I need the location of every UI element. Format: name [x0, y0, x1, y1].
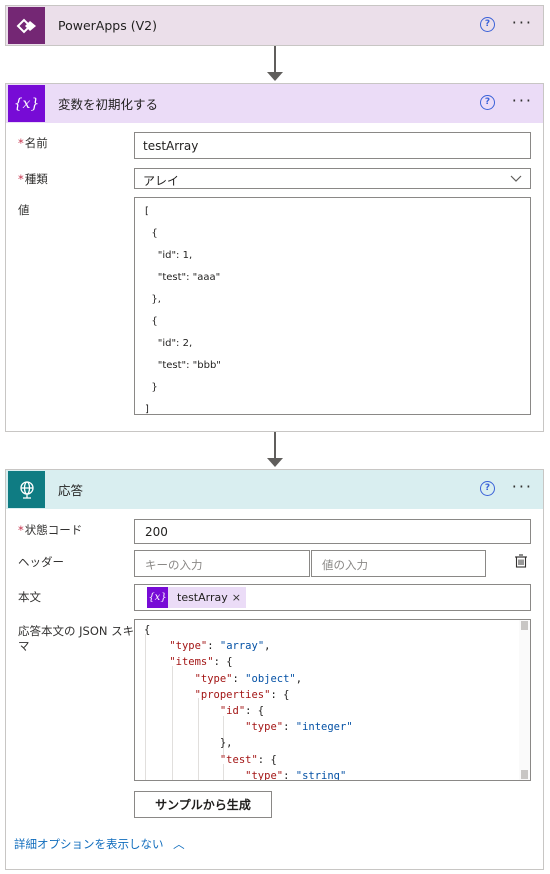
type-dropdown[interactable]: アレイ — [134, 168, 531, 189]
value-line: "test": "bbb" — [145, 360, 221, 371]
advanced-options-link[interactable]: 詳細オプションを表示しない ︿ — [14, 836, 185, 852]
name-field[interactable]: testArray — [134, 132, 531, 159]
help-icon[interactable]: ? — [480, 17, 495, 32]
schema-line: }, — [144, 737, 233, 750]
schema-editor[interactable]: { "type": "array", "items": { "type": "o… — [134, 619, 531, 781]
help-icon[interactable]: ? — [480, 95, 495, 110]
response-title: 応答 — [58, 483, 84, 498]
value-line: "test": "aaa" — [145, 272, 221, 283]
initialize-variable-card: {𝑥} 変数を初期化する ? ··· *名前 testArray *種類 アレイ… — [5, 83, 544, 432]
variable-icon: {𝑥} — [8, 85, 45, 122]
name-label: *名前 — [18, 136, 48, 150]
trigger-card[interactable]: PowerApps (V2) ? ··· — [5, 5, 544, 46]
value-label: 値 — [18, 203, 30, 217]
flow-arrow-icon — [267, 72, 283, 81]
value-line: ] — [145, 404, 149, 415]
type-label: *種類 — [18, 172, 48, 186]
variable-icon: {𝑥} — [147, 587, 168, 608]
body-field[interactable]: {𝑥} testArray × — [134, 584, 531, 611]
body-token[interactable]: {𝑥} testArray × — [147, 587, 246, 608]
value-line: "id": 1, — [145, 250, 193, 261]
more-options-icon[interactable]: ··· — [512, 13, 533, 32]
globe-icon — [8, 471, 45, 508]
schema-line: "type": "object", — [194, 672, 303, 685]
scrollbar[interactable] — [519, 620, 530, 780]
value-line: { — [145, 228, 158, 239]
more-options-icon[interactable]: ··· — [512, 91, 533, 110]
schema-line: "id": { — [219, 705, 265, 718]
trigger-header[interactable]: PowerApps (V2) ? ··· — [6, 6, 543, 45]
status-code-field[interactable]: 200 — [134, 519, 531, 544]
help-icon[interactable]: ? — [480, 481, 495, 496]
value-line: { — [145, 316, 158, 327]
schema-code: { "type": "array", "items": { "type": "o… — [144, 622, 353, 781]
value-line: "id": 2, — [145, 338, 193, 349]
header-value-input[interactable]: 値の入力 — [311, 550, 486, 577]
body-token-label: testArray — [177, 591, 228, 604]
status-code-label: *状態コード — [18, 523, 83, 537]
value-text: [ { "id": 1, "test": "aaa" }, { "id": 2,… — [145, 201, 520, 421]
schema-line: "type": "string" — [245, 769, 347, 781]
initialize-variable-header[interactable]: {𝑥} 変数を初期化する ? ··· — [6, 84, 543, 123]
initialize-variable-title: 変数を初期化する — [58, 97, 159, 112]
headers-label: ヘッダー — [18, 555, 64, 569]
schema-line: "type": "integer" — [245, 721, 353, 734]
chevron-down-icon — [510, 175, 522, 182]
more-options-icon[interactable]: ··· — [512, 477, 533, 496]
value-line: } — [145, 382, 158, 393]
value-field[interactable]: [ { "id": 1, "test": "aaa" }, { "id": 2,… — [134, 197, 531, 415]
flow-connector — [274, 46, 276, 73]
header-key-input[interactable]: キーの入力 — [134, 550, 310, 577]
schema-line: "type": "array", — [169, 640, 271, 653]
generate-from-sample-button[interactable]: サンプルから生成 — [134, 791, 272, 818]
schema-line: { — [144, 624, 151, 636]
schema-line: "properties": { — [194, 688, 290, 701]
schema-line: "test": { — [219, 753, 277, 766]
response-card: 応答 ? ··· *状態コード 200 ヘッダー キーの入力 値の入力 本文 {… — [5, 469, 544, 870]
schema-line: "items": { — [169, 656, 233, 669]
close-icon[interactable]: × — [232, 591, 241, 604]
powerapps-icon — [8, 7, 45, 44]
response-header[interactable]: 応答 ? ··· — [6, 470, 543, 509]
flow-connector — [274, 432, 276, 459]
chevron-up-icon: ︿ — [173, 837, 185, 851]
value-line: [ — [145, 206, 149, 217]
value-line: }, — [145, 294, 161, 305]
trigger-title: PowerApps (V2) — [58, 18, 157, 33]
body-label: 本文 — [18, 590, 41, 604]
schema-label: 応答本文の JSON スキーマ — [18, 624, 146, 653]
delete-icon[interactable] — [514, 554, 528, 568]
flow-arrow-icon — [267, 458, 283, 467]
